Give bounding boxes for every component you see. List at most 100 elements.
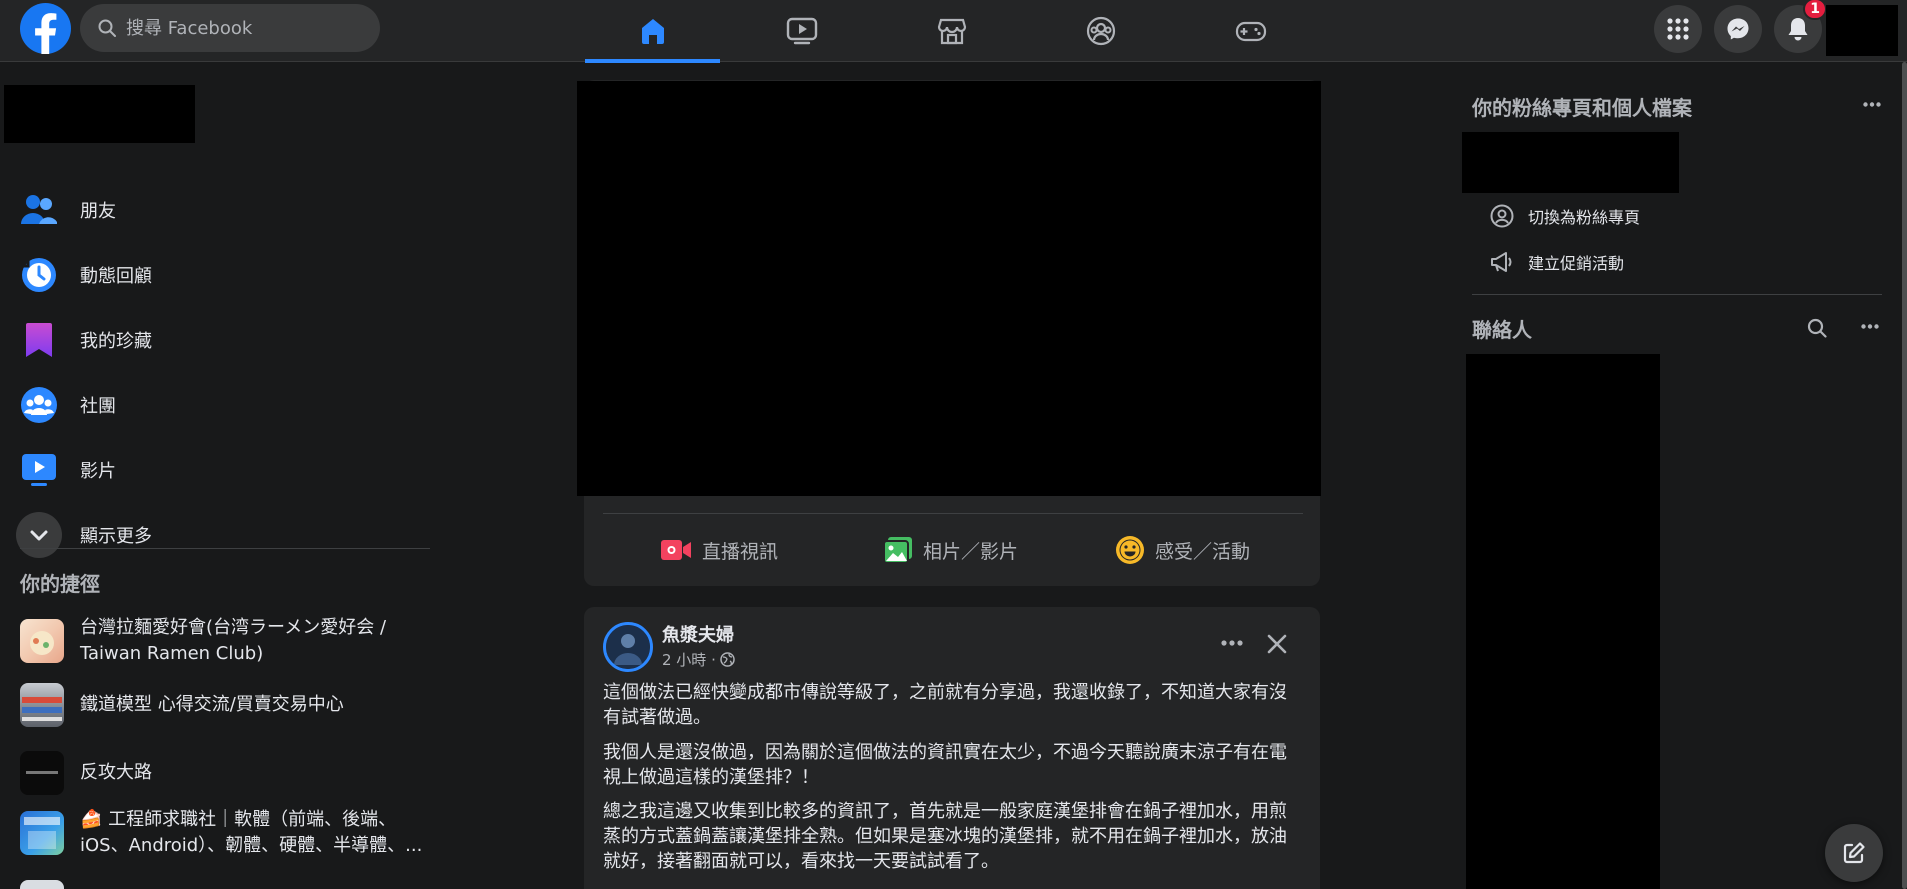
pages-options-button[interactable] [1854,86,1890,122]
switch-to-page-button[interactable]: 切換為粉絲專頁 [1490,198,1640,234]
tab-home[interactable] [585,0,720,63]
sidebar-item-groups[interactable]: 社團 [16,375,426,435]
sidebar-item-label: 動態回顧 [80,266,152,287]
create-promotion-label: 建立促銷活動 [1528,254,1625,273]
tab-gaming[interactable] [1183,0,1318,62]
sidebar-divider [20,548,430,549]
sidebar-item-label: 顯示更多 [80,526,152,547]
tab-groups[interactable] [1033,0,1168,62]
create-promotion-button[interactable]: 建立促銷活動 [1490,244,1624,280]
contacts-options-button[interactable] [1852,308,1888,344]
composer-divider [603,513,1303,514]
notifications-button[interactable]: 1 [1774,0,1827,53]
megaphone-icon [1491,252,1512,272]
switch-to-page-label: 切換為粉絲專頁 [1528,208,1641,227]
smiley-icon [1116,536,1144,564]
sidebar-item-watch[interactable]: 影片 [16,440,426,500]
contacts-title: 聯絡人 [1472,318,1532,342]
photo-video-label: 相片／影片 [923,540,1019,563]
sidebar-item-label: 社團 [80,396,116,417]
post-time[interactable]: 2 小時 · [662,649,716,670]
menu-button[interactable] [1654,5,1702,53]
scrollbar-thumb[interactable] [1902,62,1907,889]
group-thumbnail [20,811,64,855]
post-timestamp: 2 小時 · [662,649,735,670]
more-horizontal-icon [1861,323,1879,329]
sidebar-item-friends[interactable]: 朋友 [16,180,426,240]
compose-icon [1843,842,1865,864]
post-author[interactable]: 魚漿夫婦 [662,621,734,647]
live-video-label: 直播視訊 [702,540,779,563]
bell-icon [1788,18,1808,41]
shortcut-item[interactable]: 🍰 工程師求職社｜軟體（前端、後端、iOS、Android）、韌體、硬體、半導體… [20,807,440,859]
groups-icon [16,382,62,428]
search-contacts-button[interactable] [1799,310,1835,346]
top-navigation-bar: 1 [0,0,1907,63]
profile-shortcut[interactable] [4,85,195,143]
tab-marketplace[interactable] [884,0,1019,62]
search-box[interactable] [80,4,380,52]
group-thumbnail [20,619,64,663]
account-avatar[interactable] [1826,5,1898,56]
photo-icon [883,537,912,564]
live-video-button[interactable]: 直播視訊 [660,530,778,570]
group-thumbnail [20,683,64,727]
groups-nav-icon [1086,16,1115,46]
shortcut-label: 台灣拉麵愛好會(台湾ラーメン愛好会 / Taiwan Ramen Club) [80,617,387,664]
sidebar-item-memories[interactable]: 動態回顧 [16,245,426,305]
watch-icon [16,447,62,493]
marketplace-icon [937,18,966,45]
live-video-icon [661,540,691,560]
post-options-button[interactable] [1212,627,1252,659]
hide-post-button[interactable] [1257,624,1297,664]
new-message-button[interactable] [1825,824,1883,882]
grid-menu-icon [1667,18,1689,40]
shortcut-item[interactable]: 台灣拉麵愛好會(台湾ラーメン愛好会 / Taiwan Ramen Club) [20,615,440,667]
globe-icon [720,652,735,667]
stories-and-composer-area [577,81,1321,496]
photo-video-button[interactable]: 相片／影片 [883,530,1018,570]
sidebar-item-label: 影片 [80,461,116,482]
post-text-paragraph: 我個人是還沒做過，因為關於這個做法的資訊實在太少，不過今天聽說廣末涼子有在電視上… [603,742,1287,788]
post-text-paragraph: 總之我這邊又收集到比較多的資訊了，首先就是一般家庭漢堡排會在鍋子裡加水，用煎蒸的… [603,801,1287,872]
memories-icon [16,252,62,298]
switch-profile-icon [1490,204,1514,228]
gaming-icon [1235,21,1266,42]
close-icon [1267,634,1287,654]
saved-icon [16,317,62,363]
shortcut-label: 鐵道模型 心得交流/買賣交易中心 [80,694,344,715]
group-thumbnail [20,880,64,889]
search-input[interactable] [126,17,356,39]
sidebar-item-label: 朋友 [80,201,116,222]
contacts-list[interactable] [1466,354,1660,889]
more-horizontal-icon [1863,101,1881,107]
shortcut-label: 🍰 工程師求職社｜軟體（前端、後端、iOS、Android）、韌體、硬體、半導體… [80,809,423,856]
post-text-paragraph: 這個做法已經快變成都市傳說等級了，之前就有分享過，我還收錄了，不知道大家有沒有試… [603,682,1287,728]
shortcut-item[interactable]: 反攻大路 [20,751,440,795]
more-horizontal-icon [1221,640,1243,646]
page-profile-card[interactable] [1462,132,1679,193]
pages-profiles-title: 你的粉絲專頁和個人檔案 [1472,96,1692,120]
shortcuts-title: 你的捷徑 [20,572,100,596]
sidebar-item-label: 我的珍藏 [80,331,152,352]
feeling-activity-button[interactable]: 感受／活動 [1115,530,1250,570]
tab-watch[interactable] [734,0,869,62]
shortcut-item[interactable]: 鐵道模型 心得交流/買賣交易中心 [20,683,440,727]
messenger-button[interactable] [1714,5,1762,53]
messenger-icon [1727,18,1749,40]
sidebar-item-see-more[interactable]: 顯示更多 [16,505,426,565]
notification-count-badge: 1 [1803,0,1827,20]
search-icon [1807,318,1827,338]
chevron-down-icon [16,512,62,558]
feeling-activity-label: 感受／活動 [1155,540,1251,563]
facebook-logo-icon[interactable] [20,3,71,54]
home-icon [641,19,664,44]
shortcut-label: 反攻大路 [80,762,152,783]
video-icon [786,17,817,45]
sidebar-item-saved[interactable]: 我的珍藏 [16,310,426,370]
shortcut-item[interactable] [20,880,440,889]
avatar[interactable] [603,622,653,672]
search-icon [98,19,116,37]
group-thumbnail [20,751,64,795]
friends-icon [16,187,62,233]
